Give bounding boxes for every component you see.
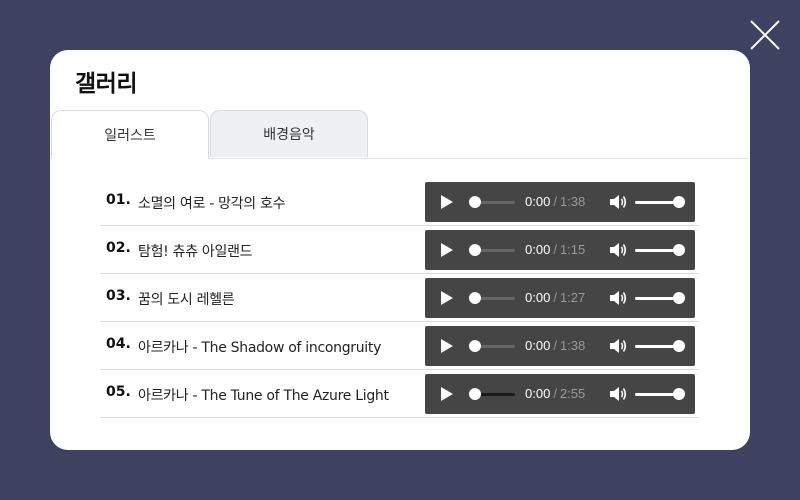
current-time: 0:00: [525, 386, 551, 401]
play-icon[interactable]: [439, 194, 455, 210]
seek-slider[interactable]: [469, 290, 515, 306]
seek-slider[interactable]: [469, 194, 515, 210]
track-title: 꿈의 도시 레헬른: [138, 292, 235, 308]
seek-slider[interactable]: [469, 386, 515, 402]
track-row: 04. 아르카나 - The Shadow of incongruity 0:0…: [100, 322, 698, 370]
tab-bgm[interactable]: 배경음악: [210, 110, 368, 157]
time-display: 0:00/1:38: [525, 338, 585, 353]
track-list: 01. 소멸의 여로 - 망각의 호수 0:00/1:38 02. 탐험! 츄츄…: [100, 178, 698, 418]
track-row: 02. 탐험! 츄츄 아일랜드 0:00/1:15: [100, 226, 698, 274]
track-number: 04.: [106, 336, 131, 352]
seek-slider[interactable]: [469, 242, 515, 258]
play-icon[interactable]: [439, 242, 455, 258]
audio-player: 0:00/2:55: [425, 374, 695, 414]
volume-icon[interactable]: [609, 385, 627, 403]
seek-slider[interactable]: [469, 338, 515, 354]
track-row: 01. 소멸의 여로 - 망각의 호수 0:00/1:38: [100, 178, 698, 226]
current-time: 0:00: [525, 338, 551, 353]
track-number: 05.: [106, 384, 131, 400]
volume-icon[interactable]: [609, 241, 627, 259]
track-title: 아르카나 - The Shadow of incongruity: [138, 340, 382, 356]
duration: 1:38: [559, 194, 586, 209]
duration: 1:38: [559, 338, 586, 353]
time-separator: /: [553, 338, 557, 353]
current-time: 0:00: [525, 242, 551, 257]
play-icon[interactable]: [439, 338, 455, 354]
track-number: 03.: [106, 288, 131, 304]
time-display: 0:00/2:55: [525, 386, 585, 401]
audio-player: 0:00/1:38: [425, 326, 695, 366]
track-row: 03. 꿈의 도시 레헬른 0:00/1:27: [100, 274, 698, 322]
gallery-modal: 갤러리 일러스트 배경음악 01. 소멸의 여로 - 망각의 호수 0:00/1…: [50, 50, 750, 450]
track-title: 아르카나 - The Tune of The Azure Light: [138, 388, 389, 404]
track-title: 소멸의 여로 - 망각의 호수: [138, 196, 286, 212]
volume-slider[interactable]: [635, 194, 685, 210]
audio-player: 0:00/1:27: [425, 278, 695, 318]
modal-title: 갤러리: [75, 71, 137, 97]
volume-icon[interactable]: [609, 193, 627, 211]
volume-icon[interactable]: [609, 289, 627, 307]
time-separator: /: [553, 242, 557, 257]
play-icon[interactable]: [439, 290, 455, 306]
duration: 1:27: [559, 290, 586, 305]
track-title: 탐험! 츄츄 아일랜드: [138, 244, 253, 260]
time-display: 0:00/1:15: [525, 242, 585, 257]
track-row: 05. 아르카나 - The Tune of The Azure Light 0…: [100, 370, 698, 418]
close-icon: [750, 20, 780, 50]
current-time: 0:00: [525, 290, 551, 305]
time-separator: /: [553, 386, 557, 401]
duration: 2:55: [559, 386, 586, 401]
volume-slider[interactable]: [635, 242, 685, 258]
current-time: 0:00: [525, 194, 551, 209]
volume-slider[interactable]: [635, 290, 685, 306]
close-button[interactable]: [746, 16, 784, 54]
time-separator: /: [553, 290, 557, 305]
play-icon[interactable]: [439, 386, 455, 402]
volume-slider[interactable]: [635, 338, 685, 354]
tab-illustration[interactable]: 일러스트: [51, 110, 209, 159]
volume-slider[interactable]: [635, 386, 685, 402]
duration: 1:15: [559, 242, 586, 257]
time-display: 0:00/1:27: [525, 290, 585, 305]
audio-player: 0:00/1:38: [425, 182, 695, 222]
track-number: 02.: [106, 240, 131, 256]
volume-icon[interactable]: [609, 337, 627, 355]
tab-bar: 일러스트 배경음악: [50, 110, 750, 159]
time-display: 0:00/1:38: [525, 194, 585, 209]
track-number: 01.: [106, 192, 131, 208]
time-separator: /: [553, 194, 557, 209]
audio-player: 0:00/1:15: [425, 230, 695, 270]
